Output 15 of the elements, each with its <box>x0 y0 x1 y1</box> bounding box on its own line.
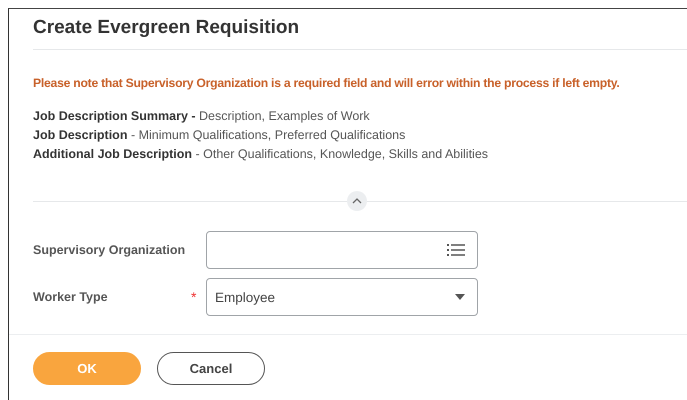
description-line: Additional Job Description - Other Qualifications, Knowledge, Skills and Abilities <box>33 146 490 163</box>
chevron-up-icon <box>352 198 362 204</box>
cancel-button[interactable]: Cancel <box>157 352 265 385</box>
description-line: Job Description - Minimum Qualifications, Preferred Qualifications <box>33 127 406 144</box>
field-label: Supervisory Organization <box>33 243 186 257</box>
required-icon: * <box>191 289 206 305</box>
dropdown-arrow-icon <box>455 294 465 300</box>
required-field-notice: Please note that Supervisory Organization is a required field and will error within the process if left empty. <box>33 76 621 90</box>
dialog-title: Create Evergreen Requisition <box>33 16 300 40</box>
description-line: Job Description Summary - Description, Examples of Work <box>33 108 371 125</box>
collapse-toggle[interactable] <box>347 191 367 211</box>
list-icon <box>447 243 465 257</box>
field-label: Worker Type <box>33 290 109 304</box>
dropdown-field[interactable]: Employee <box>206 278 478 316</box>
input-field[interactable] <box>206 231 478 269</box>
